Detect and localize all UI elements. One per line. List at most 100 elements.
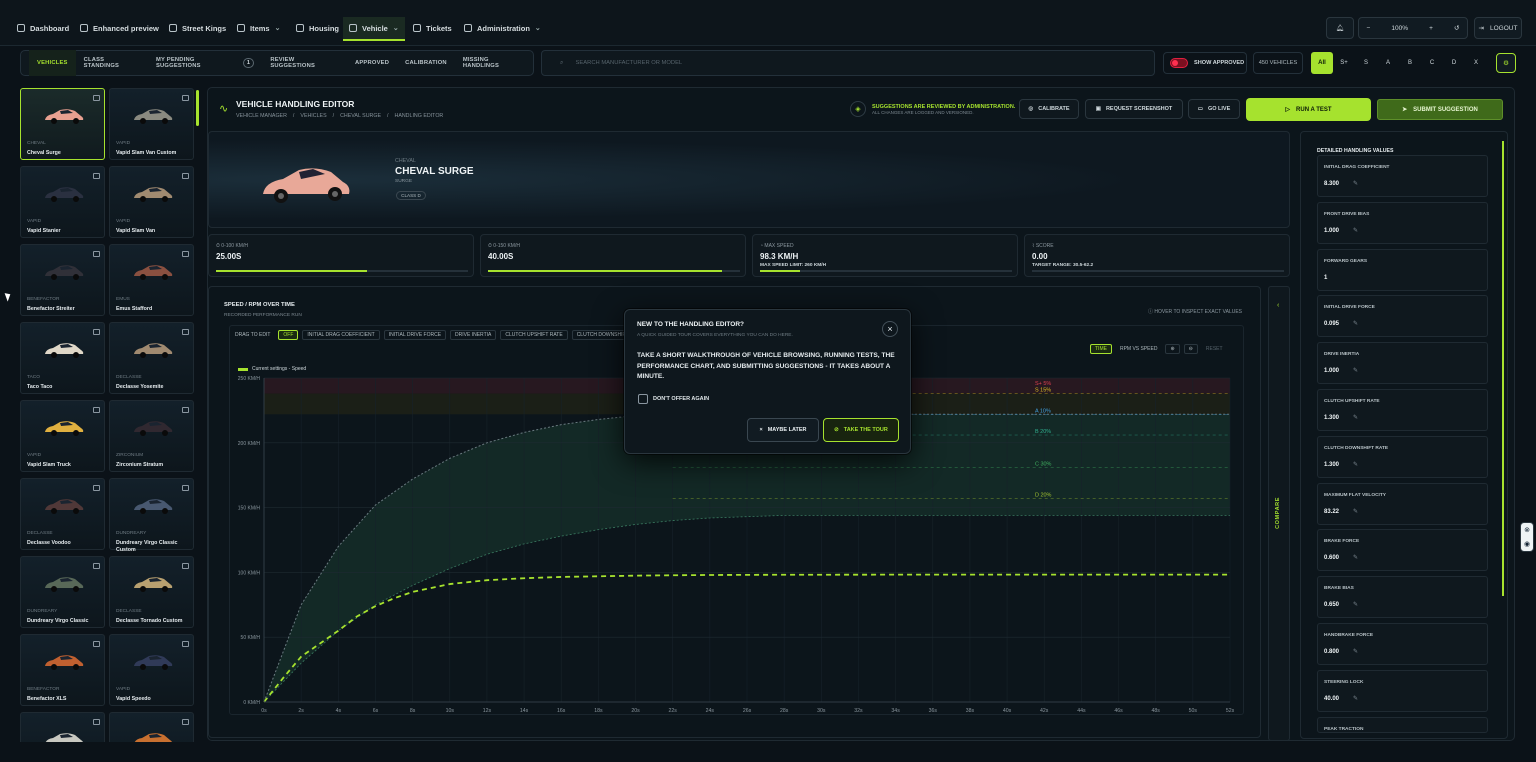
handling-value-card[interactable]: STEERING LOCK 40.00 ✎ bbox=[1317, 669, 1488, 712]
class-filter-3[interactable]: A bbox=[1377, 52, 1399, 74]
go-live-button[interactable]: ▭ GO LIVE bbox=[1188, 99, 1240, 119]
vehicle-card[interactable]: VAPID Vapid Slam Truck bbox=[20, 400, 105, 472]
calibrate-button[interactable]: ◎ CALIBRATE bbox=[1019, 99, 1079, 119]
bookmark-icon[interactable] bbox=[93, 173, 100, 179]
submit-suggestion-button[interactable]: ➤ SUBMIT SUGGESTION bbox=[1377, 99, 1503, 120]
maybe-later-button[interactable]: × MAYBE LATER bbox=[747, 418, 819, 442]
vehicle-card[interactable]: DUNDREARY Dundreary Virgo Classic Custom bbox=[109, 478, 194, 553]
vehicle-card[interactable]: TACO Taco Taco bbox=[20, 322, 105, 394]
bookmark-icon[interactable] bbox=[93, 485, 100, 491]
show-approved-toggle[interactable]: SHOW APPROVED bbox=[1163, 52, 1247, 74]
bookmark-icon[interactable] bbox=[93, 95, 100, 101]
vehicle-card[interactable]: VAPID Vapid Speedo bbox=[109, 634, 194, 706]
chip-clutch-upshift-rate[interactable]: CLUTCH UPSHIFT RATE bbox=[500, 330, 568, 340]
handling-value-card[interactable]: CLUTCH DOWNSHIFT RATE 1.300 ✎ bbox=[1317, 435, 1488, 478]
breadcrumb-item[interactable]: CHEVAL SURGE bbox=[340, 113, 381, 119]
vehicle-card[interactable]: VAPID Vapid Stanier bbox=[20, 166, 105, 238]
class-filter-6[interactable]: D bbox=[1443, 52, 1465, 74]
bookmark-icon[interactable] bbox=[93, 329, 100, 335]
take-tour-button[interactable]: ⊘ TAKE THE TOUR bbox=[823, 418, 899, 442]
handling-value[interactable]: 1.300 bbox=[1324, 462, 1339, 468]
dont-offer-checkbox[interactable] bbox=[638, 394, 648, 404]
dont-offer-label[interactable]: DON'T OFFER AGAIN bbox=[653, 396, 709, 402]
class-filter-2[interactable]: S bbox=[1355, 52, 1377, 74]
nav-vehicle[interactable]: Vehicle ⌄ bbox=[343, 17, 405, 41]
handling-value[interactable]: 83.22 bbox=[1324, 509, 1339, 515]
bookmark-icon[interactable] bbox=[93, 641, 100, 647]
bookmark-icon[interactable] bbox=[93, 719, 100, 725]
handling-value-card[interactable]: INITIAL DRAG COEFFICIENT 8.300 ✎ bbox=[1317, 155, 1488, 197]
handling-value-card[interactable]: DRIVE INERTIA 1.000 ✎ bbox=[1317, 342, 1488, 385]
handling-value-card[interactable]: BRAKE FORCE 0.600 ✎ bbox=[1317, 529, 1488, 572]
nav-street-kings[interactable]: Street Kings bbox=[169, 16, 226, 40]
vehicle-card[interactable]: BENEFACTOR Benefactor Streiter bbox=[20, 244, 105, 316]
pencil-icon[interactable]: ✎ bbox=[1353, 508, 1358, 515]
pencil-icon[interactable]: ✎ bbox=[1353, 601, 1358, 608]
vehicle-card[interactable]: CHEVAL Cheval Surge bbox=[20, 88, 105, 160]
nav-items[interactable]: Items ⌄ bbox=[237, 16, 280, 40]
run-test-button[interactable]: ▷ RUN A TEST bbox=[1246, 98, 1371, 121]
handling-value[interactable]: 1.000 bbox=[1324, 228, 1339, 234]
bookmark-icon[interactable] bbox=[93, 407, 100, 413]
bookmark-icon[interactable] bbox=[182, 407, 189, 413]
compare-tab[interactable]: ‹ COMPARE bbox=[1268, 286, 1290, 741]
handling-value-card[interactable]: PEAK TRACTION bbox=[1317, 716, 1488, 733]
handling-value-card[interactable]: FRONT DRIVE BIAS 1.000 ✎ bbox=[1317, 201, 1488, 244]
tab-my-pending-suggestions[interactable]: MY PENDING SUGGESTIONS 1 bbox=[148, 50, 262, 76]
handling-value-card[interactable]: FORWARD GEARS 1 bbox=[1317, 248, 1488, 291]
tab-review-suggestions[interactable]: REVIEW SUGGESTIONS bbox=[262, 50, 347, 76]
handling-value-card[interactable]: INITIAL DRIVE FORCE 0.095 ✎ bbox=[1317, 295, 1488, 338]
zoom-reset-icon[interactable]: ↺ bbox=[1454, 24, 1459, 32]
class-filter-1[interactable]: S+ bbox=[1333, 52, 1355, 74]
bookmark-icon[interactable] bbox=[182, 641, 189, 647]
handling-value-card[interactable]: BRAKE BIAS 0.650 ✎ bbox=[1317, 576, 1488, 619]
handling-value-card[interactable]: HANDBRAKE FORCE 0.800 ✎ bbox=[1317, 623, 1488, 665]
pencil-icon[interactable]: ✎ bbox=[1353, 320, 1358, 327]
chip-initial-drive-force[interactable]: INITIAL DRIVE FORCE bbox=[383, 330, 447, 340]
settings-button[interactable]: ⚙ bbox=[1496, 53, 1516, 73]
pencil-icon[interactable]: ✎ bbox=[1353, 180, 1358, 187]
handling-value[interactable]: 0.800 bbox=[1324, 649, 1339, 655]
toggle-switch[interactable] bbox=[1170, 58, 1188, 68]
pencil-icon[interactable]: ✎ bbox=[1353, 648, 1358, 655]
side-widget[interactable]: ⊗ ◉ bbox=[1520, 522, 1534, 552]
search-input[interactable] bbox=[575, 60, 1136, 66]
pencil-icon[interactable]: ✎ bbox=[1353, 695, 1358, 702]
tab-class-standings[interactable]: CLASS STANDINGS bbox=[76, 50, 148, 76]
vehicle-card[interactable]: VAPID Vapid Slam Van bbox=[109, 166, 194, 238]
handling-value[interactable]: 8.300 bbox=[1324, 181, 1339, 187]
handling-value[interactable]: 40.00 bbox=[1324, 696, 1339, 702]
bookmark-icon[interactable] bbox=[93, 251, 100, 257]
close-icon[interactable]: ⊗ bbox=[1524, 526, 1530, 534]
handling-value[interactable]: 0.600 bbox=[1324, 555, 1339, 561]
tab-vehicles[interactable]: VEHICLES bbox=[29, 50, 76, 76]
vehicle-card[interactable]: ZIRCONIUM Zirconium Stratum bbox=[109, 400, 194, 472]
handling-value[interactable]: 1.300 bbox=[1324, 415, 1339, 421]
handling-value[interactable]: 1.000 bbox=[1324, 368, 1339, 374]
handling-value-card[interactable]: CLUTCH UPSHIFT RATE 1.300 ✎ bbox=[1317, 389, 1488, 431]
vehicle-card[interactable]: DECLASSE Declasse Yosemite bbox=[109, 322, 194, 394]
breadcrumb-item[interactable]: VEHICLES bbox=[300, 113, 326, 119]
vehicle-card[interactable]: VAPID Vapid Slam Van Custom bbox=[109, 88, 194, 160]
pencil-icon[interactable]: ✎ bbox=[1353, 414, 1358, 421]
bookmark-icon[interactable] bbox=[182, 95, 189, 101]
pencil-icon[interactable]: ✎ bbox=[1353, 554, 1358, 561]
chip-initial-drag-coefficient[interactable]: INITIAL DRAG COEFFICIENT bbox=[302, 330, 380, 340]
bookmark-icon[interactable] bbox=[182, 251, 189, 257]
class-filter-4[interactable]: B bbox=[1399, 52, 1421, 74]
bookmark-icon[interactable] bbox=[182, 719, 189, 725]
bookmark-icon[interactable] bbox=[182, 485, 189, 491]
bookmark-icon[interactable] bbox=[182, 173, 189, 179]
tab-calibration[interactable]: CALIBRATION bbox=[397, 50, 455, 76]
nav-administration[interactable]: Administration ⌄ bbox=[464, 16, 541, 40]
bookmark-icon[interactable] bbox=[93, 563, 100, 569]
zoom-in-button[interactable]: + bbox=[1429, 25, 1433, 32]
request-screenshot-button[interactable]: ▣ REQUEST SCREENSHOT bbox=[1085, 99, 1183, 119]
pencil-icon[interactable]: ✎ bbox=[1353, 227, 1358, 234]
view-time-button[interactable]: TIME bbox=[1090, 344, 1112, 354]
zoom-out-icon[interactable]: ⊖ bbox=[1183, 344, 1198, 354]
chip-drive-inertia[interactable]: DRIVE INERTIA bbox=[450, 330, 497, 340]
pencil-icon[interactable]: ✎ bbox=[1353, 461, 1358, 468]
handling-scrollbar[interactable] bbox=[1502, 141, 1504, 596]
zoom-out-button[interactable]: − bbox=[1367, 25, 1371, 32]
